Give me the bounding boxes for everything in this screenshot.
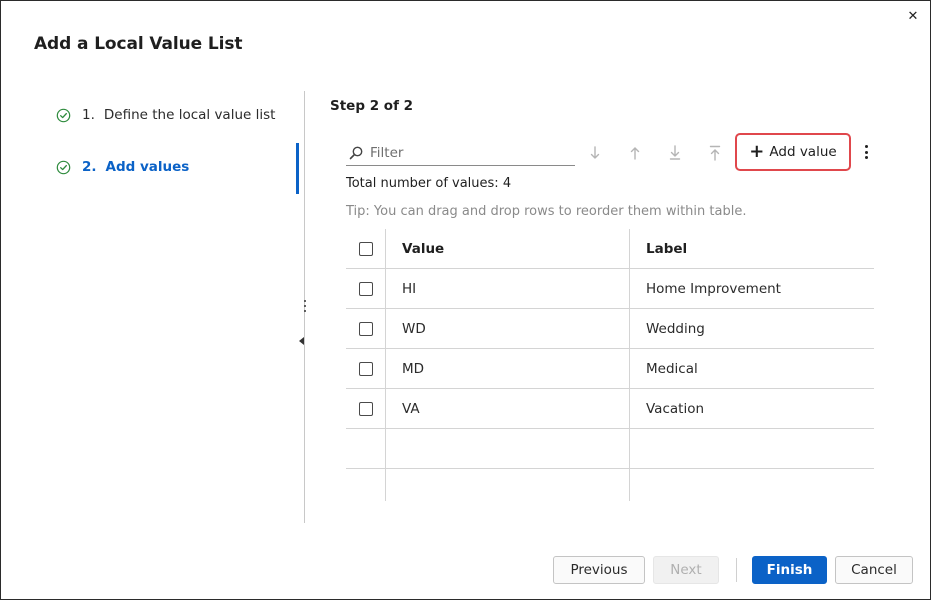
plus-icon: + [749, 141, 765, 162]
step-number: 2. [82, 159, 97, 175]
step-label: Define the local value list [103, 107, 276, 123]
row-checkbox[interactable] [359, 362, 373, 376]
footer-divider [736, 558, 737, 582]
filter-input[interactable] [370, 144, 560, 161]
check-circle-icon [56, 108, 71, 122]
column-divider[interactable] [629, 229, 630, 501]
add-value-button[interactable]: + Add value [735, 133, 851, 171]
row-checkbox[interactable] [359, 322, 373, 336]
cell-value[interactable]: VA [402, 389, 420, 429]
table-row[interactable]: WD Wedding [346, 309, 874, 349]
tip-text: Tip: You can drag and drop rows to reord… [346, 204, 747, 219]
step-number: 1. [82, 107, 95, 123]
cell-value[interactable]: WD [402, 309, 426, 349]
previous-button[interactable]: Previous [553, 556, 645, 584]
arrow-up-icon[interactable] [627, 144, 643, 162]
cell-label[interactable]: Wedding [646, 309, 705, 349]
table-header-row: Value Label [346, 229, 874, 269]
more-vertical-icon[interactable] [859, 144, 873, 162]
arrow-to-bottom-icon[interactable] [667, 144, 683, 162]
row-checkbox[interactable] [359, 402, 373, 416]
active-step-indicator [296, 143, 299, 194]
table-row[interactable]: VA Vacation [346, 389, 874, 429]
filter-field[interactable] [346, 140, 575, 166]
splitter-grip-icon[interactable] [302, 300, 307, 316]
step-heading: Step 2 of 2 [330, 98, 414, 114]
close-icon[interactable]: ✕ [904, 8, 922, 26]
table-row-empty [346, 429, 874, 469]
add-local-value-list-dialog: ✕ Add a Local Value List 1. Define the l… [0, 0, 931, 600]
step-add-values[interactable]: 2. Add values [56, 159, 189, 175]
arrow-down-icon[interactable] [587, 144, 603, 162]
row-checkbox[interactable] [359, 282, 373, 296]
column-header-value[interactable]: Value [402, 229, 444, 269]
collapse-left-icon[interactable] [299, 337, 304, 345]
cell-label[interactable]: Vacation [646, 389, 704, 429]
step-label: Add values [105, 159, 190, 175]
cell-label[interactable]: Home Improvement [646, 269, 781, 309]
check-circle-icon [56, 160, 71, 174]
cell-value[interactable]: HI [402, 269, 416, 309]
table-row-empty [346, 469, 874, 509]
arrow-to-top-icon[interactable] [707, 144, 723, 162]
search-icon [349, 146, 363, 159]
column-header-label[interactable]: Label [646, 229, 687, 269]
next-button: Next [653, 556, 719, 584]
cell-value[interactable]: MD [402, 349, 424, 389]
total-values-count: Total number of values: 4 [346, 176, 512, 191]
values-table: Value Label HI Home Improvement WD Weddi… [346, 229, 874, 501]
finish-button[interactable]: Finish [752, 556, 827, 584]
cancel-button[interactable]: Cancel [835, 556, 913, 584]
select-all-checkbox[interactable] [359, 242, 373, 256]
dialog-title: Add a Local Value List [34, 34, 243, 54]
column-divider [385, 229, 386, 501]
table-row[interactable]: HI Home Improvement [346, 269, 874, 309]
add-value-label: Add value [769, 144, 837, 160]
step-define-list[interactable]: 1. Define the local value list [56, 107, 275, 123]
table-row[interactable]: MD Medical [346, 349, 874, 389]
cell-label[interactable]: Medical [646, 349, 698, 389]
